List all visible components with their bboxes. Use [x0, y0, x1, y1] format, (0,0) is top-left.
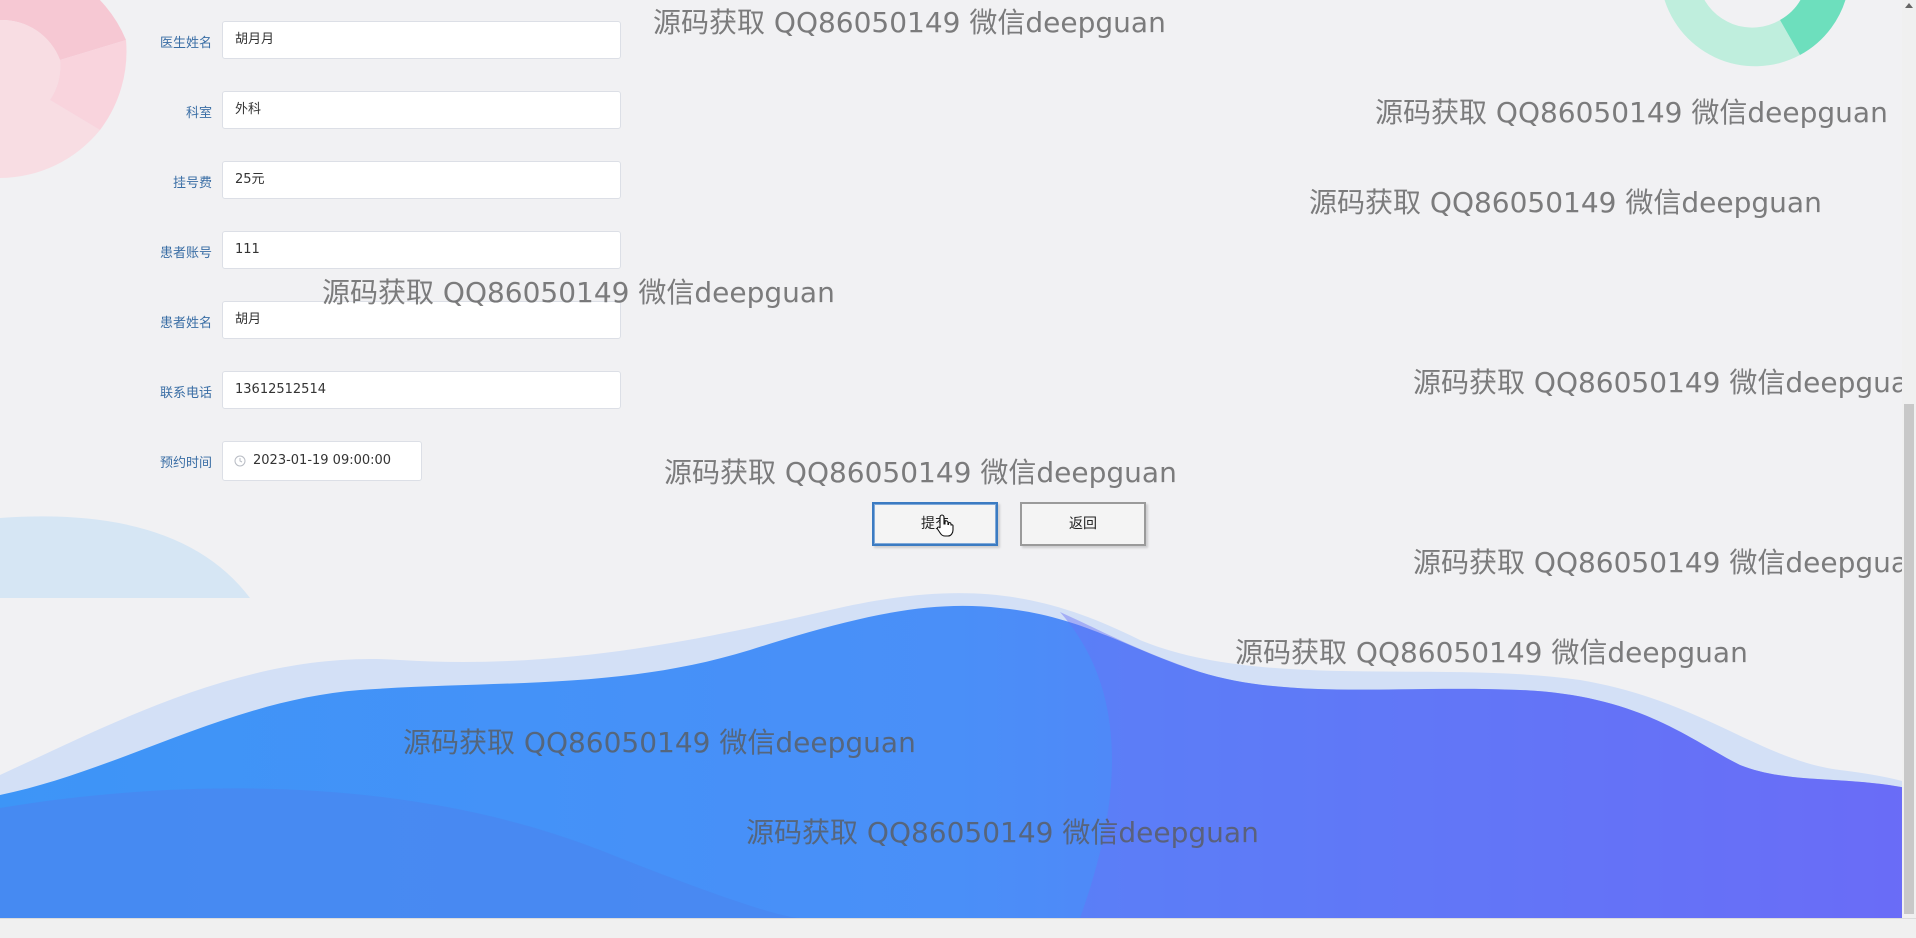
phone-label: 联系电话: [159, 386, 212, 401]
patient-account-input[interactable]: 111: [222, 231, 621, 269]
watermark-5: 源码获取 QQ86050149 微信deepguan: [1413, 366, 1916, 399]
patient-account-label: 患者账号: [159, 246, 212, 261]
appointment-time-picker[interactable]: 2023-01-19 09:00:00: [222, 441, 422, 481]
green-ring-decoration: [1664, 0, 1846, 67]
scroll-up-arrow-icon[interactable]: [1905, 3, 1913, 8]
watermark-7: 源码获取 QQ86050149 微信deepguan: [1413, 546, 1916, 579]
registration-fee-input[interactable]: 25元: [222, 161, 621, 199]
appointment-time-value: 2023-01-19 09:00:00: [253, 453, 392, 468]
submit-button[interactable]: 提交: [872, 502, 998, 546]
department-label: 科室: [185, 106, 212, 121]
watermark-3: 源码获取 QQ86050149 微信deepguan: [1309, 186, 1822, 219]
watermark-2: 源码获取 QQ86050149 微信deepguan: [1375, 96, 1888, 129]
patient-name-label: 患者姓名: [159, 316, 212, 331]
bottom-edge-bar: [0, 918, 1916, 938]
clock-icon: [234, 455, 246, 467]
scrollbar-thumb[interactable]: [1904, 404, 1914, 914]
watermark-10: 源码获取 QQ86050149 微信deepguan: [746, 816, 1259, 849]
registration-fee-label: 挂号费: [172, 176, 212, 191]
watermark-1: 源码获取 QQ86050149 微信deepguan: [653, 6, 1166, 39]
hand-pointer-icon: [936, 514, 954, 537]
watermark-4: 源码获取 QQ86050149 微信deepguan: [322, 276, 835, 309]
department-input[interactable]: 外科: [222, 91, 621, 129]
doctor-name-input[interactable]: 胡月月: [222, 21, 621, 59]
pink-ring-decoration: [0, 0, 127, 178]
phone-input[interactable]: 13612512514: [222, 371, 621, 409]
doctor-name-label: 医生姓名: [159, 36, 212, 51]
back-button[interactable]: 返回: [1020, 502, 1146, 546]
watermark-9: 源码获取 QQ86050149 微信deepguan: [403, 726, 916, 759]
light-blue-hill-decoration: [0, 516, 250, 598]
watermark-6: 源码获取 QQ86050149 微信deepguan: [664, 456, 1177, 489]
watermark-8: 源码获取 QQ86050149 微信deepguan: [1235, 636, 1748, 669]
page-viewport: 医生姓名 胡月月 科室 外科 挂号费 25元 患者账号 111 患者姓名 胡月 …: [0, 0, 1916, 938]
appointment-time-label: 预约时间: [159, 456, 212, 471]
